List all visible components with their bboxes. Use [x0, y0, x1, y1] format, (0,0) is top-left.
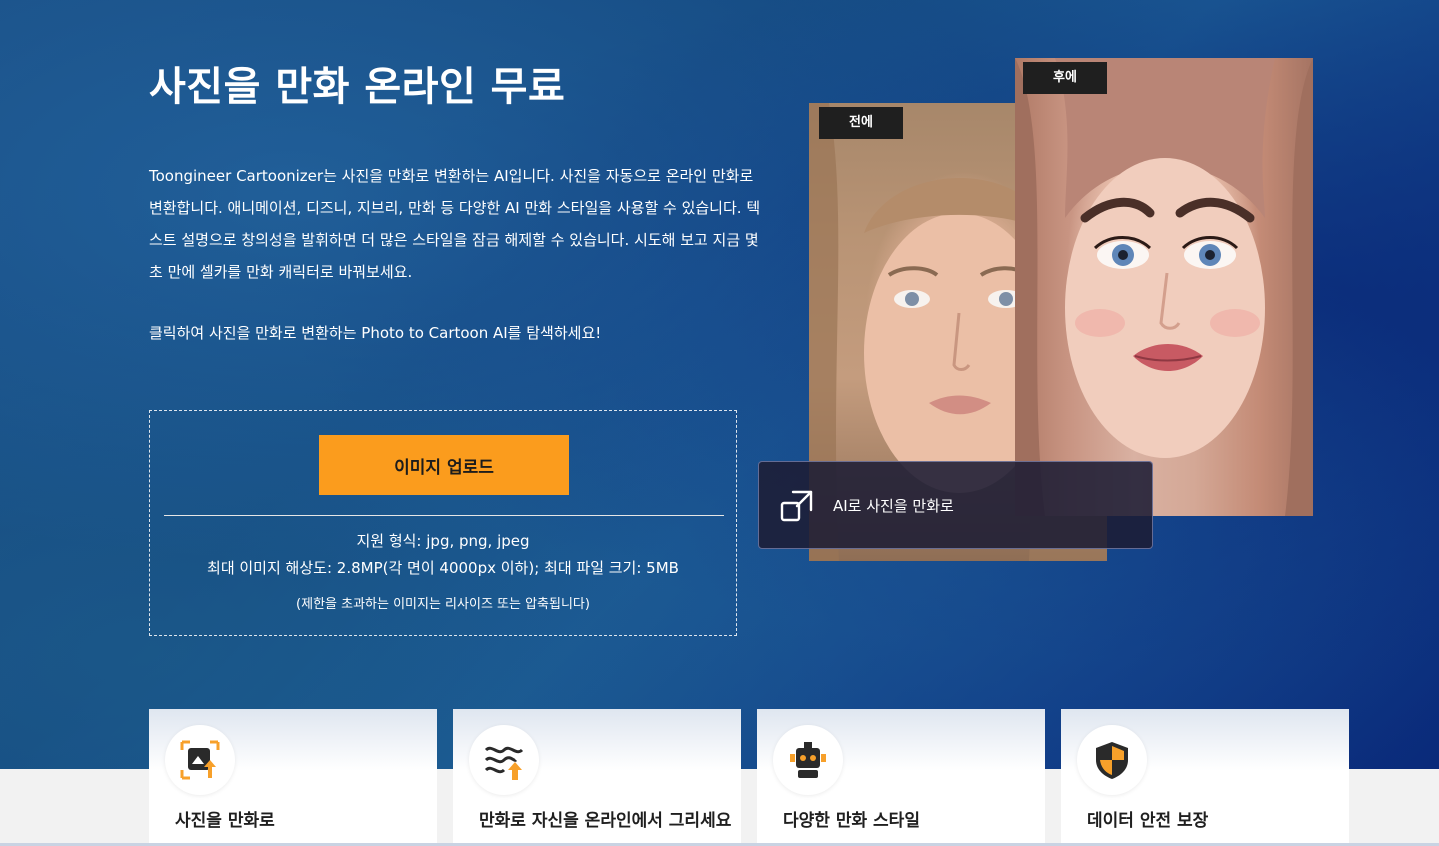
hero-description: Toongineer Cartoonizer는 사진을 만화로 변환하는 AI입… [149, 167, 761, 281]
feature-card-data-safety[interactable]: 데이터 안전 보장 [1061, 709, 1349, 846]
feature-title: 사진을 만화로 [175, 811, 275, 831]
feature-card-photo-to-cartoon[interactable]: 사진을 만화로 [149, 709, 437, 846]
feature-card-draw-yourself[interactable]: 만화로 자신을 온라인에서 그리세요 [453, 709, 741, 846]
upload-divider [164, 515, 724, 516]
upload-limits: 최대 이미지 해상도: 2.8MP(각 면이 4000px 이하); 최대 파일… [207, 559, 679, 577]
after-tag: 후에 [1023, 62, 1107, 94]
upload-image-button[interactable]: 이미지 업로드 [319, 435, 569, 495]
feature-title: 만화로 자신을 온라인에서 그리세요 [479, 811, 732, 831]
waves-upload-icon [469, 725, 539, 795]
robot-icon [773, 725, 843, 795]
after-photo: 후에 [1015, 58, 1313, 516]
ai-photo-to-cartoon-link[interactable]: AI로 사진을 만화로 [758, 461, 1153, 549]
upload-dropzone[interactable]: 이미지 업로드 지원 형식: jpg, png, jpeg 최대 이미지 해상도… [149, 410, 737, 636]
expand-icon [780, 490, 813, 522]
before-tag: 전에 [819, 107, 903, 139]
hero-cta-text: 클릭하여 사진을 만화로 변환하는 Photo to Cartoon AI를 탐… [149, 324, 602, 342]
upload-note: (제한을 초과하는 이미지는 리사이즈 또는 압축됩니다) [296, 597, 590, 612]
supported-formats: 지원 형식: jpg, png, jpeg [356, 532, 530, 550]
shield-icon [1077, 725, 1147, 795]
photo-convert-icon [165, 725, 235, 795]
after-face-illustration [1015, 58, 1313, 516]
feature-title: 다양한 만화 스타일 [783, 811, 920, 831]
feature-title: 데이터 안전 보장 [1087, 811, 1209, 831]
feature-card-styles[interactable]: 다양한 만화 스타일 [757, 709, 1045, 846]
ai-banner-label: AI로 사진을 만화로 [833, 497, 954, 515]
page-title: 사진을 만화 온라인 무료 [149, 64, 566, 110]
hero-section: 사진을 만화 온라인 무료 Toongineer Cartoonizer는 사진… [0, 0, 1439, 769]
